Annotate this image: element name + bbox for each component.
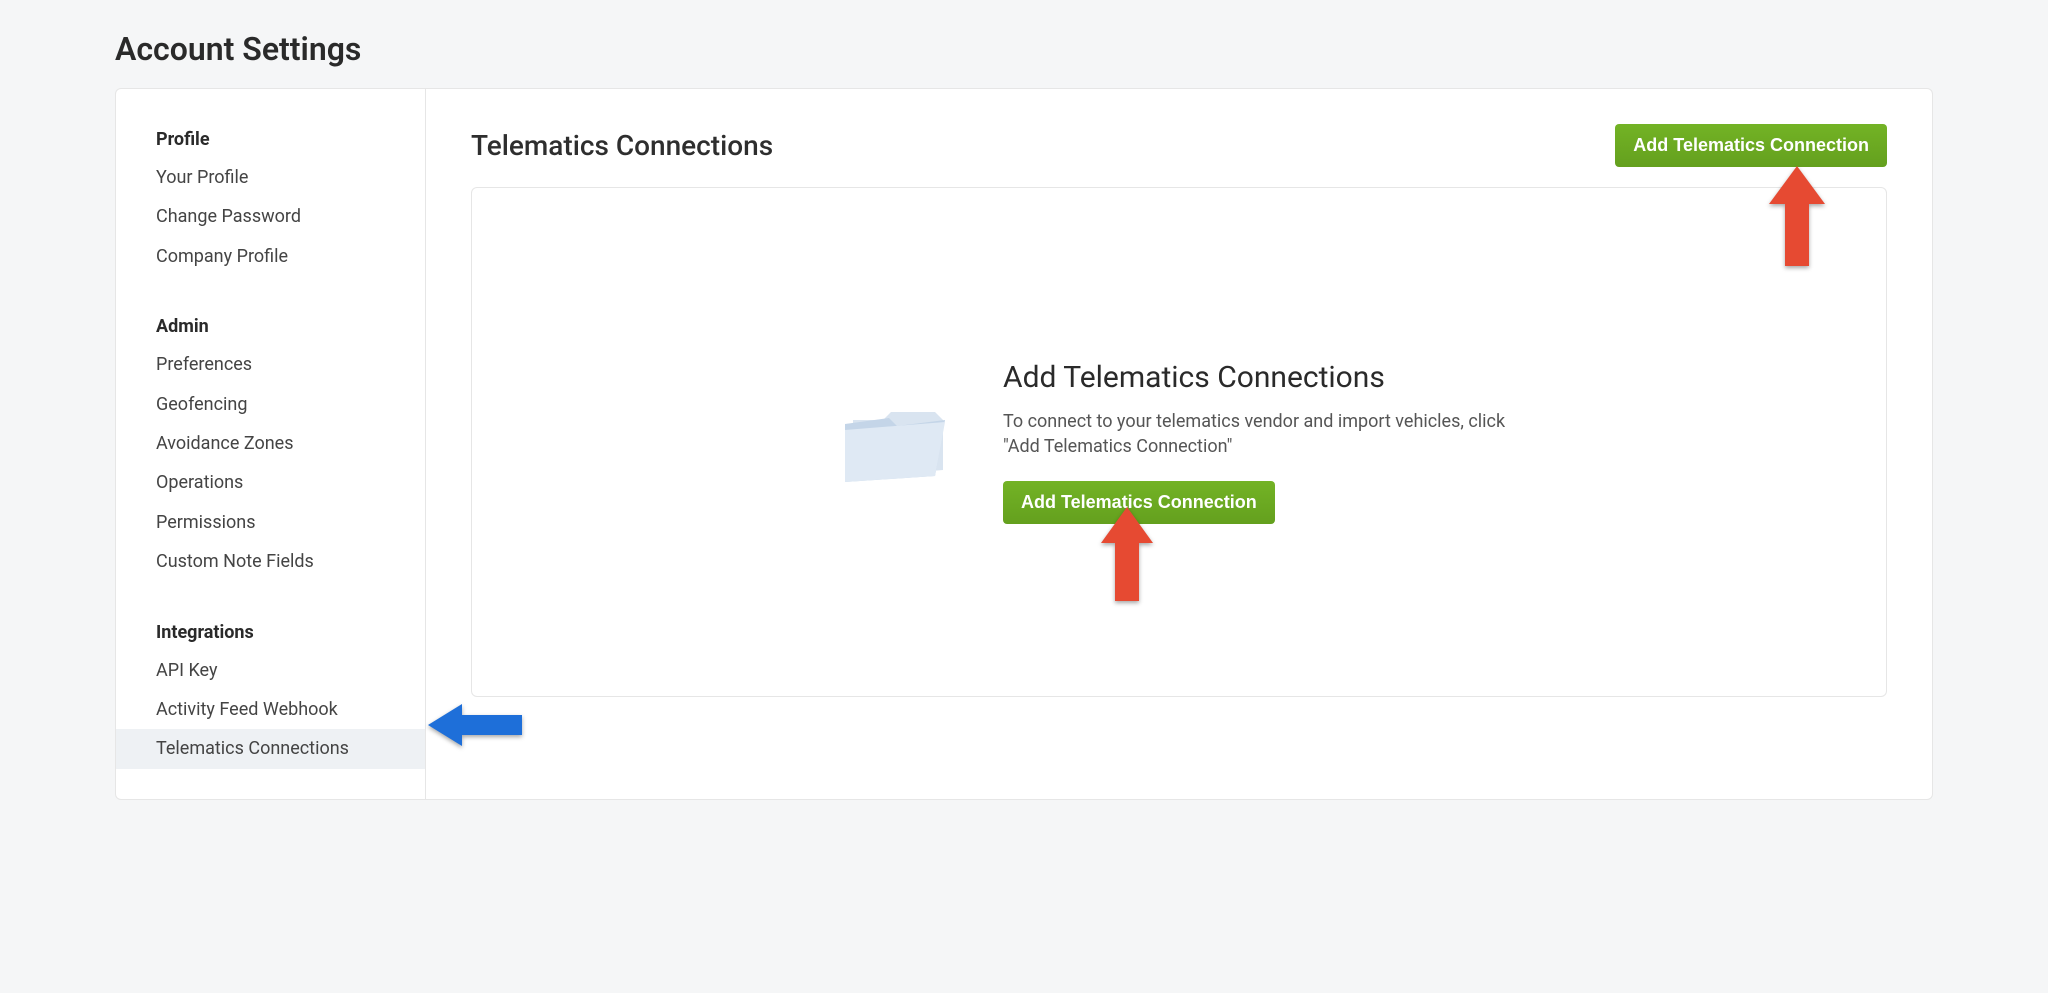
add-telematics-connection-button-top[interactable]: Add Telematics Connection [1615,124,1887,167]
sidebar-item-telematics-connections[interactable]: Telematics Connections [116,729,425,768]
sidebar-item-custom-note-fields[interactable]: Custom Note Fields [116,542,425,581]
content-box: Add Telematics Connections To connect to… [471,187,1887,697]
empty-state-description: To connect to your telematics vendor and… [1003,409,1523,459]
sidebar-item-preferences[interactable]: Preferences [116,345,425,384]
main-content: Telematics Connections Add Telematics Co… [426,89,1932,799]
sidebar-item-your-profile[interactable]: Your Profile [116,158,425,197]
sidebar-header-integrations: Integrations [116,622,425,651]
sidebar-item-permissions[interactable]: Permissions [116,503,425,542]
sidebar-item-change-password[interactable]: Change Password [116,197,425,236]
settings-card: Profile Your Profile Change Password Com… [115,88,1933,800]
sidebar-item-operations[interactable]: Operations [116,463,425,502]
main-title: Telematics Connections [471,129,773,162]
sidebar-item-avoidance-zones[interactable]: Avoidance Zones [116,424,425,463]
page-title: Account Settings [115,30,1933,68]
sidebar-header-profile: Profile [116,129,425,158]
sidebar-item-activity-feed-webhook[interactable]: Activity Feed Webhook [116,690,425,729]
empty-state: Add Telematics Connections To connect to… [835,360,1523,524]
sidebar-item-company-profile[interactable]: Company Profile [116,237,425,276]
empty-state-heading: Add Telematics Connections [1003,360,1523,395]
add-telematics-connection-button-center[interactable]: Add Telematics Connection [1003,481,1275,524]
settings-sidebar: Profile Your Profile Change Password Com… [116,89,426,799]
folder-icon [835,390,955,494]
sidebar-header-admin: Admin [116,316,425,345]
sidebar-item-geofencing[interactable]: Geofencing [116,385,425,424]
sidebar-item-api-key[interactable]: API Key [116,651,425,690]
